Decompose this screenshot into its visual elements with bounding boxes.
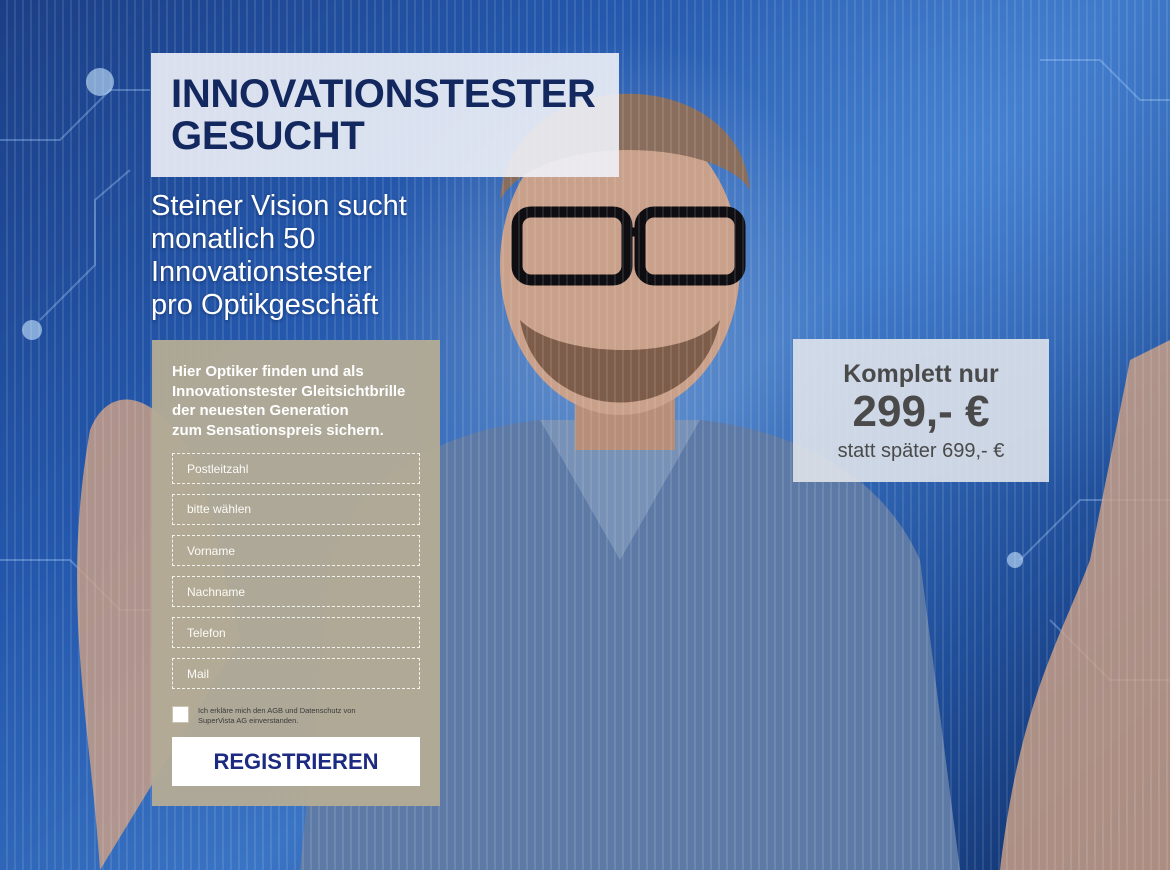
phone-input[interactable]	[172, 617, 420, 648]
price-box: Komplett nur 299,- € statt später 699,- …	[793, 339, 1049, 482]
firstname-input[interactable]	[172, 535, 420, 566]
subheadline-line: pro Optikgeschäft	[151, 289, 379, 321]
subheadline-line: monatlich 50	[151, 223, 316, 255]
consent-text-line: Ich erkläre mich den AGB und Datenschutz…	[198, 706, 356, 715]
subheadline: Steiner Vision sucht monatlich 50 Innova…	[151, 190, 471, 322]
headline-line: INNOVATIONSTESTER	[171, 72, 596, 116]
mail-input[interactable]	[172, 658, 420, 689]
registration-form: Hier Optiker finden und als Innovationst…	[152, 340, 440, 806]
subheadline-line: Innovationstester	[151, 256, 372, 288]
price-lead: Komplett nur	[843, 360, 999, 388]
consent-text-line: SuperVista AG einverstanden.	[198, 716, 299, 725]
form-intro-line: Innovationstester Gleitsichtbrille	[172, 382, 406, 400]
optician-select[interactable]: bitte wählen	[172, 494, 420, 525]
consent-checkbox[interactable]	[172, 706, 189, 723]
headline-box: INNOVATIONSTESTER GESUCHT	[151, 53, 619, 177]
form-intro-line: Hier Optiker finden und als	[172, 363, 364, 380]
price-main: 299,- €	[852, 387, 990, 436]
postcode-input[interactable]	[172, 453, 420, 484]
consent-text: Ich erkläre mich den AGB und Datenschutz…	[198, 706, 388, 726]
subheadline-line: Steiner Vision sucht	[151, 190, 407, 222]
headline-line: GESUCHT	[171, 114, 365, 158]
form-intro-line: zum Sensationspreis sichern.	[172, 421, 384, 439]
register-button[interactable]: REGISTRIEREN	[172, 737, 420, 786]
form-intro-line: der neuesten Generation	[172, 402, 349, 419]
lastname-input[interactable]	[172, 576, 420, 607]
form-intro: Hier Optiker finden und als Innovationst…	[172, 362, 434, 440]
price-old: statt später 699,- €	[837, 440, 1005, 462]
